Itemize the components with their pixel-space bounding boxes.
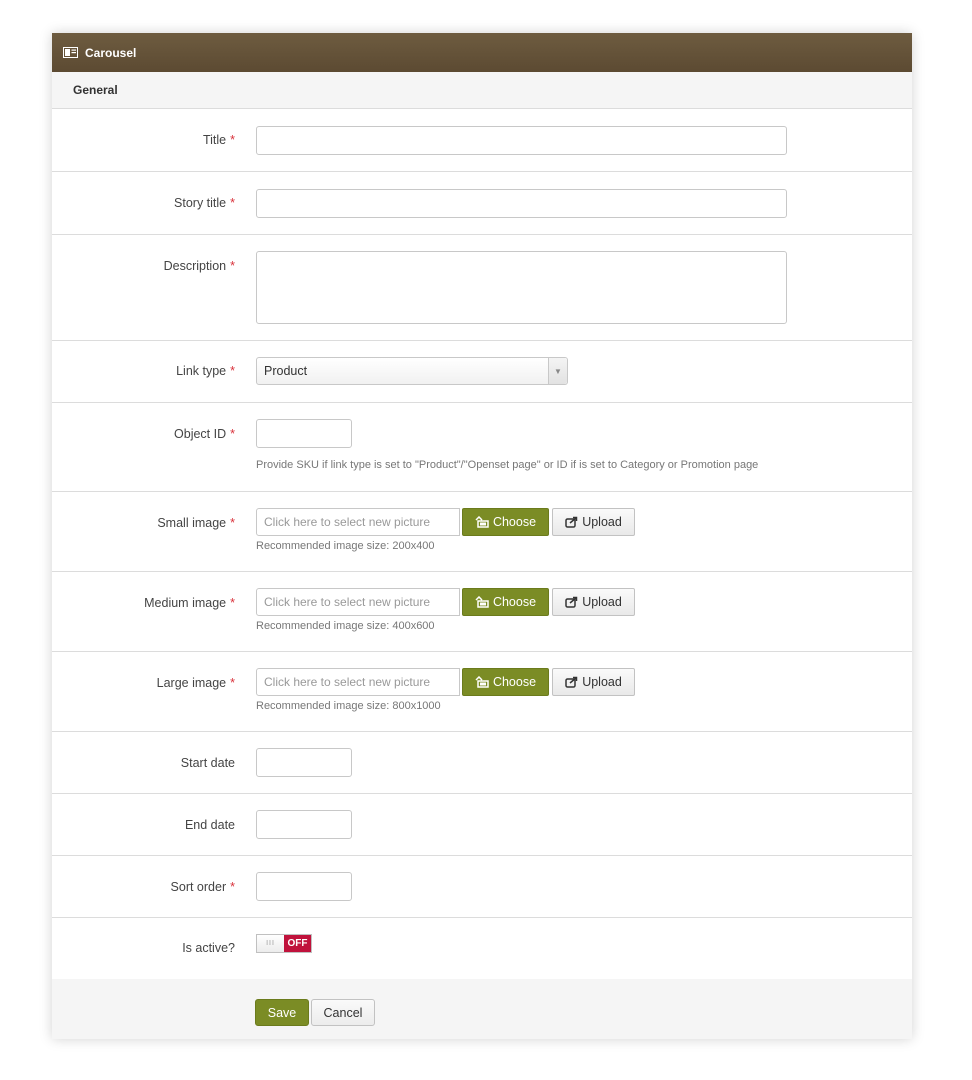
toggle-state-off: OFF: [284, 935, 311, 952]
upload-icon: [565, 516, 578, 528]
required-mark: *: [230, 427, 235, 441]
row-small-image: Small image * Click here to select new pi…: [52, 492, 912, 572]
small-image-picker: Click here to select new picture Choose …: [256, 508, 635, 536]
row-link-type: Link type * Product ▼: [52, 341, 912, 403]
object-id-help: Provide SKU if link type is set to "Prod…: [256, 459, 759, 471]
row-sort-order: Sort order *: [52, 856, 912, 918]
sort-order-input[interactable]: [256, 872, 352, 901]
end-date-input[interactable]: [256, 810, 352, 839]
upload-icon: [565, 676, 578, 688]
medium-image-help: Recommended image size: 400x600: [256, 620, 435, 632]
sort-order-label: Sort order *: [170, 880, 235, 894]
row-object-id: Object ID * Provide SKU if link type is s…: [52, 403, 912, 492]
story-title-label: Story title *: [174, 196, 235, 210]
row-is-active: Is active? III OFF: [52, 918, 912, 980]
medium-image-input[interactable]: Click here to select new picture: [256, 588, 460, 616]
medium-image-upload-button[interactable]: Upload: [552, 588, 635, 616]
object-id-input[interactable]: [256, 419, 352, 448]
upload-icon: [565, 596, 578, 608]
carousel-panel: Carousel General Title * Story title * Des…: [52, 33, 912, 1039]
row-story-title: Story title *: [52, 172, 912, 235]
small-image-help: Recommended image size: 200x400: [256, 540, 435, 552]
medium-image-picker: Click here to select new picture Choose …: [256, 588, 635, 616]
row-start-date: Start date: [52, 732, 912, 794]
row-end-date: End date: [52, 794, 912, 856]
description-label: Description *: [163, 259, 235, 273]
link-type-value: Product: [264, 364, 308, 378]
title-input[interactable]: [256, 126, 787, 155]
row-description: Description *: [52, 235, 912, 341]
small-image-input[interactable]: Click here to select new picture: [256, 508, 460, 536]
link-type-select[interactable]: Product ▼: [256, 357, 568, 385]
section-title-general: General: [52, 72, 912, 109]
title-label: Title *: [202, 133, 235, 147]
row-medium-image: Medium image * Click here to select new p…: [52, 572, 912, 652]
start-date-label: Start date: [180, 756, 235, 770]
required-mark: *: [230, 133, 235, 147]
row-title: Title *: [52, 109, 912, 172]
required-mark: *: [230, 516, 235, 530]
small-image-label: Small image *: [157, 516, 235, 530]
large-image-choose-button[interactable]: Choose: [462, 668, 549, 696]
cancel-button[interactable]: Cancel: [311, 999, 375, 1026]
medium-image-label: Medium image *: [144, 596, 235, 610]
link-type-label: Link type *: [176, 364, 235, 378]
large-image-upload-button[interactable]: Upload: [552, 668, 635, 696]
is-active-label: Is active?: [182, 941, 235, 955]
save-button[interactable]: Save: [255, 999, 309, 1026]
large-image-label: Large image *: [156, 676, 235, 690]
required-mark: *: [230, 880, 235, 894]
large-image-help: Recommended image size: 800x1000: [256, 700, 441, 712]
medium-image-choose-button[interactable]: Choose: [462, 588, 549, 616]
small-image-upload-button[interactable]: Upload: [552, 508, 635, 536]
form-footer: Save Cancel: [52, 979, 912, 1039]
story-title-input[interactable]: [256, 189, 787, 218]
required-mark: *: [230, 196, 235, 210]
large-image-input[interactable]: Click here to select new picture: [256, 668, 460, 696]
panel-title: Carousel: [85, 45, 137, 60]
small-image-choose-button[interactable]: Choose: [462, 508, 549, 536]
required-mark: *: [230, 364, 235, 378]
toggle-knob[interactable]: III: [257, 935, 284, 952]
image-icon: [63, 47, 78, 58]
folder-image-icon: [475, 516, 489, 528]
large-image-picker: Click here to select new picture Choose …: [256, 668, 635, 696]
folder-image-icon: [475, 596, 489, 608]
is-active-toggle[interactable]: III OFF: [256, 934, 312, 953]
panel-header: Carousel: [52, 33, 912, 72]
end-date-label: End date: [184, 818, 235, 832]
folder-image-icon: [475, 676, 489, 688]
chevron-down-icon[interactable]: ▼: [548, 358, 567, 384]
description-textarea[interactable]: [256, 251, 787, 324]
start-date-input[interactable]: [256, 748, 352, 777]
required-mark: *: [230, 596, 235, 610]
required-mark: *: [230, 259, 235, 273]
required-mark: *: [230, 676, 235, 690]
object-id-label: Object ID *: [174, 427, 235, 441]
row-large-image: Large image * Click here to select new pi…: [52, 652, 912, 732]
